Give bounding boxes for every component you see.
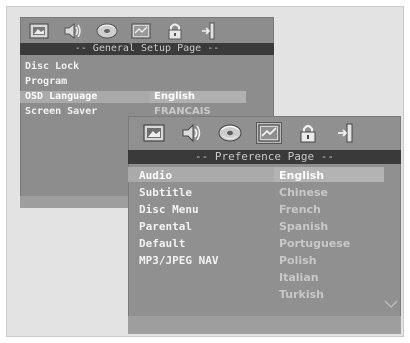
menu-item-osd-language[interactable]: OSD Language (25, 91, 97, 102)
disc-icon[interactable] (96, 21, 118, 41)
audio-option-spanish[interactable]: Spanish (279, 220, 328, 233)
menu-item-disc-menu[interactable]: Disc Menu (139, 203, 199, 216)
menu-item-mp3-jpeg-nav[interactable]: MP3/JPEG NAV (139, 254, 218, 267)
menu-item-parental[interactable]: Parental (139, 220, 192, 233)
audio-option-turkish[interactable]: Turkish (279, 288, 324, 301)
audio-option-french[interactable]: French (279, 203, 321, 216)
language-option-english[interactable]: English (154, 91, 195, 102)
audio-option-chinese[interactable]: Chinese (279, 186, 328, 199)
general-setup-title: -- General Setup Page -- (20, 43, 274, 55)
audio-option-english[interactable]: English (279, 169, 324, 182)
preference-icon[interactable] (130, 21, 152, 41)
menu-item-subtitle[interactable]: Subtitle (139, 186, 192, 199)
exit-icon[interactable] (198, 21, 220, 41)
audio-option-portuguese[interactable]: Portuguese (279, 237, 350, 250)
audio-option-polish[interactable]: Polish (279, 254, 317, 267)
preference-bottom-strip (128, 316, 401, 334)
preference-icon[interactable] (256, 122, 282, 144)
menu-item-disc-lock[interactable]: Disc Lock (25, 61, 79, 72)
scroll-down-arrow-icon[interactable] (384, 294, 398, 313)
lock-icon[interactable] (296, 122, 320, 144)
preference-window: -- Preference Page -- Audio Subtitle Dis… (128, 116, 401, 334)
audio-option-italian[interactable]: Italian (279, 271, 319, 284)
preference-icon-bar (142, 122, 358, 144)
menu-item-program[interactable]: Program (25, 76, 67, 87)
picture-icon[interactable] (28, 21, 50, 41)
disc-icon[interactable] (218, 122, 242, 144)
general-setup-icon-bar (28, 21, 220, 41)
menu-item-screen-saver[interactable]: Screen Saver (25, 106, 97, 117)
menu-item-default[interactable]: Default (139, 237, 185, 250)
preference-title: -- Preference Page -- (128, 150, 401, 164)
lock-icon[interactable] (164, 21, 186, 41)
audio-speaker-icon[interactable] (180, 122, 204, 144)
menu-item-audio[interactable]: Audio (139, 169, 172, 182)
exit-icon[interactable] (334, 122, 358, 144)
picture-icon[interactable] (142, 122, 166, 144)
audio-speaker-icon[interactable] (62, 21, 84, 41)
